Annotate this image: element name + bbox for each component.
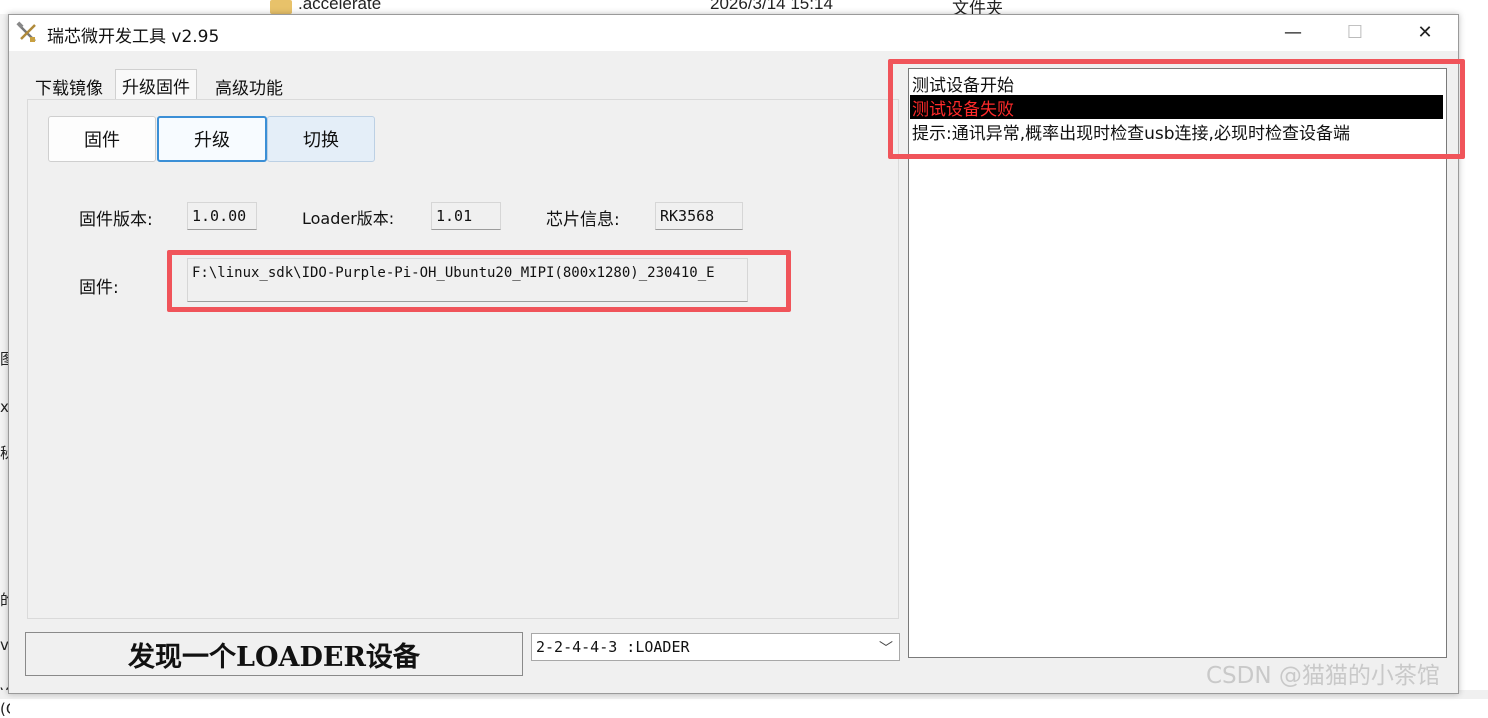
minimize-icon: — xyxy=(1284,21,1302,43)
minimize-button[interactable]: — xyxy=(1261,15,1325,49)
tab-label: 高级功能 xyxy=(215,78,283,99)
loader-version-field: 1.01 xyxy=(431,202,501,230)
chip-info-value: RK3568 xyxy=(660,207,715,225)
status-message: 发现一个LOADER设备 xyxy=(128,641,420,673)
maximize-icon: ☐ xyxy=(1346,21,1364,43)
tools-icon xyxy=(16,21,36,42)
button-label: 升级 xyxy=(194,130,230,151)
close-icon: ✕ xyxy=(1417,21,1433,43)
loader-version-value: 1.01 xyxy=(436,207,473,225)
firmware-version-field: 1.0.00 xyxy=(187,202,257,230)
firmware-path-label: 固件: xyxy=(79,278,119,298)
device-select-value: 2-2-4-4-3 :LOADER xyxy=(536,638,690,656)
highlight-annotation-log xyxy=(888,59,1465,159)
status-message-box: 发现一个LOADER设备 xyxy=(25,632,523,676)
upgrade-button[interactable]: 升级 xyxy=(157,116,267,162)
button-label: 切换 xyxy=(303,130,339,151)
window-title: 瑞芯微开发工具 v2.95 xyxy=(47,27,220,47)
background-file-name: .accelerate xyxy=(298,0,382,13)
tab-label: 下载镜像 xyxy=(35,78,103,99)
device-select[interactable]: 2-2-4-4-3 :LOADER ﹀ xyxy=(531,633,900,661)
close-button[interactable]: ✕ xyxy=(1393,15,1457,49)
title-bar[interactable]: 瑞芯微开发工具 v2.95 — ☐ ✕ xyxy=(9,15,1458,51)
background-explorer-row: .accelerate 2026/3/14 15:14 文件夹 xyxy=(0,0,1488,18)
loader-version-label: Loader版本: xyxy=(302,209,395,228)
background-file-date: 2026/3/14 15:14 xyxy=(710,0,833,13)
chip-info-field: RK3568 xyxy=(655,202,743,230)
app-window: 瑞芯微开发工具 v2.95 — ☐ ✕ 下载镜像 升级固件 高级功能 固件 升级… xyxy=(8,14,1465,694)
button-label: 固件 xyxy=(84,130,120,151)
tab-advanced-functions[interactable]: 高级功能 xyxy=(209,73,289,99)
firmware-button[interactable]: 固件 xyxy=(48,116,156,162)
tab-label: 升级固件 xyxy=(122,77,190,98)
chip-info-label: 芯片信息: xyxy=(546,210,620,230)
firmware-version-value: 1.0.00 xyxy=(192,207,247,225)
tab-upgrade-firmware[interactable]: 升级固件 xyxy=(115,69,197,100)
upgrade-panel xyxy=(27,99,899,619)
switch-button[interactable]: 切换 xyxy=(267,116,375,162)
maximize-button[interactable]: ☐ xyxy=(1323,15,1387,49)
watermark: CSDN @猫猫的小茶馆 xyxy=(1206,663,1440,689)
highlight-annotation-path xyxy=(167,250,791,312)
chevron-down-icon: ﹀ xyxy=(879,641,893,657)
tab-download-image[interactable]: 下载镜像 xyxy=(29,73,109,99)
firmware-version-label: 固件版本: xyxy=(79,210,153,230)
folder-icon xyxy=(270,0,292,14)
